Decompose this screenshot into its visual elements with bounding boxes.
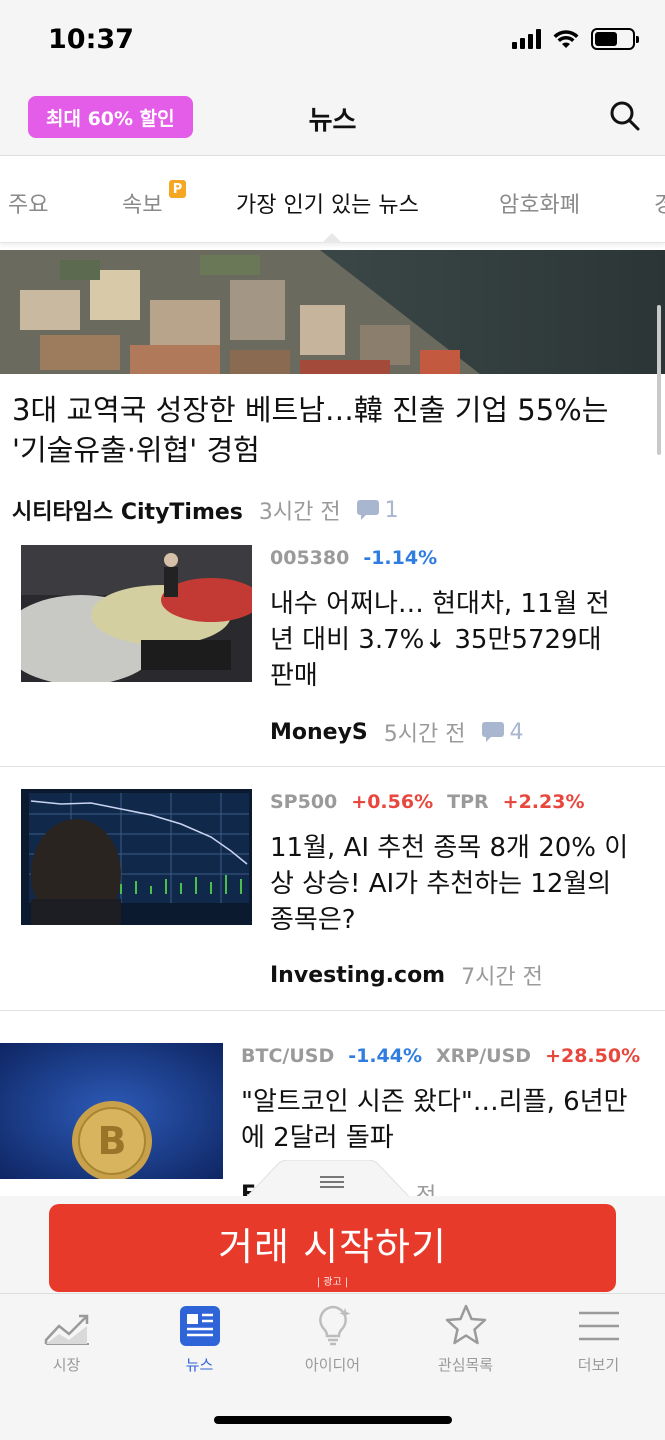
chart-line-icon — [44, 1314, 89, 1345]
divider — [0, 766, 665, 767]
nav-markets[interactable]: 시장 — [0, 1304, 133, 1375]
news-tab-bar: 주요 속보 가장 인기 있는 뉴스 암호화폐 경 — [0, 157, 665, 243]
hero-article-image[interactable] — [0, 250, 665, 374]
article-thumbnail[interactable] — [21, 545, 252, 682]
ticker-change: +28.50% — [545, 1045, 641, 1067]
hero-article-meta: 시티타임스 CityTimes 3시간 전 1 — [12, 494, 399, 526]
article-meta: Investing.com 7시간 전 — [270, 959, 543, 991]
battery-icon — [591, 28, 639, 50]
svg-text:B: B — [98, 1119, 127, 1163]
article-thumbnail[interactable]: B — [0, 1043, 223, 1179]
tab-breaking[interactable]: 속보 — [122, 187, 162, 219]
nav-ideas[interactable]: 아이디어 — [266, 1304, 399, 1375]
article-time: 5시간 전 — [383, 722, 466, 747]
newspaper-icon — [179, 1306, 220, 1346]
tab-economy[interactable]: 경 — [654, 187, 665, 219]
ad-label: | 광고 | — [316, 1277, 349, 1288]
nav-label: 아이디어 — [304, 1356, 361, 1374]
ticker-symbol[interactable]: BTC/USD — [241, 1045, 334, 1067]
comment-count-value: 1 — [384, 497, 399, 523]
scrollbar[interactable] — [657, 305, 661, 455]
nav-news[interactable]: 뉴스 — [133, 1304, 266, 1375]
star-icon — [445, 1304, 486, 1345]
article-tickers: BTC/USD -1.44% XRP/USD +28.50% — [241, 1045, 640, 1067]
app-header: 최대 60% 할인 뉴스 — [0, 80, 665, 156]
nav-label: 시장 — [52, 1356, 81, 1374]
article-tickers: SP500 +0.56% TPR +2.23% — [270, 791, 599, 813]
comment-count-value: 4 — [509, 719, 524, 745]
ticker-change: -1.44% — [348, 1045, 423, 1067]
status-bar: 10:37 — [0, 0, 665, 80]
tab-top[interactable]: 주요 — [8, 187, 48, 219]
ticker-symbol[interactable]: TPR — [447, 791, 489, 813]
ticker-symbol[interactable]: 005380 — [270, 547, 349, 569]
article-source[interactable]: 시티타임스 CityTimes — [12, 494, 243, 526]
cellular-signal-icon — [512, 29, 541, 49]
article-title[interactable]: 11월, AI 추천 종목 8개 20% 이상 상승! AI가 추천하는 12월… — [270, 830, 630, 938]
status-time: 10:37 — [48, 24, 134, 55]
menu-icon — [578, 1311, 619, 1341]
tab-most-popular[interactable]: 가장 인기 있는 뉴스 — [236, 187, 419, 219]
ticker-symbol[interactable]: SP500 — [270, 791, 337, 813]
lightbulb-icon — [318, 1305, 350, 1346]
comment-count[interactable]: 1 — [356, 497, 399, 523]
article-time: 7시간 전 — [461, 965, 543, 990]
status-icons — [512, 28, 639, 50]
wifi-icon — [553, 30, 579, 48]
comment-count[interactable]: 4 — [481, 719, 524, 745]
active-tab-indicator — [322, 233, 342, 243]
ticker-change: +2.23% — [502, 791, 585, 813]
hero-article-title[interactable]: 3대 교역국 성장한 베트남…韓 진출 기업 55%는 '기술유출·위협' 경험 — [12, 390, 642, 470]
start-trading-button[interactable]: 거래 시작하기 | 광고 | — [49, 1204, 616, 1292]
home-indicator[interactable] — [214, 1416, 452, 1424]
page-title: 뉴스 — [308, 106, 357, 136]
nav-label: 관심목록 — [437, 1356, 494, 1374]
cta-area: 거래 시작하기 | 광고 | — [0, 1196, 665, 1296]
article-title[interactable]: 내수 어쩌나… 현대차, 11월 전년 대비 3.7%↓ 35만5729대 판매 — [270, 586, 630, 694]
divider — [0, 1010, 665, 1011]
article-thumbnail[interactable] — [21, 789, 252, 925]
comment-icon — [356, 500, 379, 520]
nav-label: 더보기 — [577, 1356, 620, 1374]
pro-badge-icon: P — [169, 180, 186, 198]
nav-label: 뉴스 — [185, 1356, 214, 1374]
article-source[interactable]: MoneyS — [270, 720, 368, 745]
article-time: 3시간 전 — [258, 500, 341, 525]
cta-label: 거래 시작하기 — [218, 1225, 447, 1269]
ticker-change: -1.14% — [363, 547, 438, 569]
ticker-symbol[interactable]: XRP/USD — [436, 1045, 531, 1067]
article-tickers: 005380 -1.14% — [270, 547, 451, 569]
article-source[interactable]: Investing.com — [270, 963, 445, 988]
tab-crypto[interactable]: 암호화폐 — [499, 187, 580, 219]
nav-more[interactable]: 더보기 — [532, 1304, 665, 1375]
comment-icon — [481, 722, 504, 742]
article-title[interactable]: "알트코인 시즌 왔다"…리플, 6년만에 2달러 돌파 — [241, 1084, 631, 1156]
ticker-change: +0.56% — [351, 791, 434, 813]
search-icon[interactable] — [607, 98, 643, 134]
article-meta: MoneyS 5시간 전 4 — [270, 716, 524, 748]
nav-watchlist[interactable]: 관심목록 — [399, 1304, 532, 1375]
